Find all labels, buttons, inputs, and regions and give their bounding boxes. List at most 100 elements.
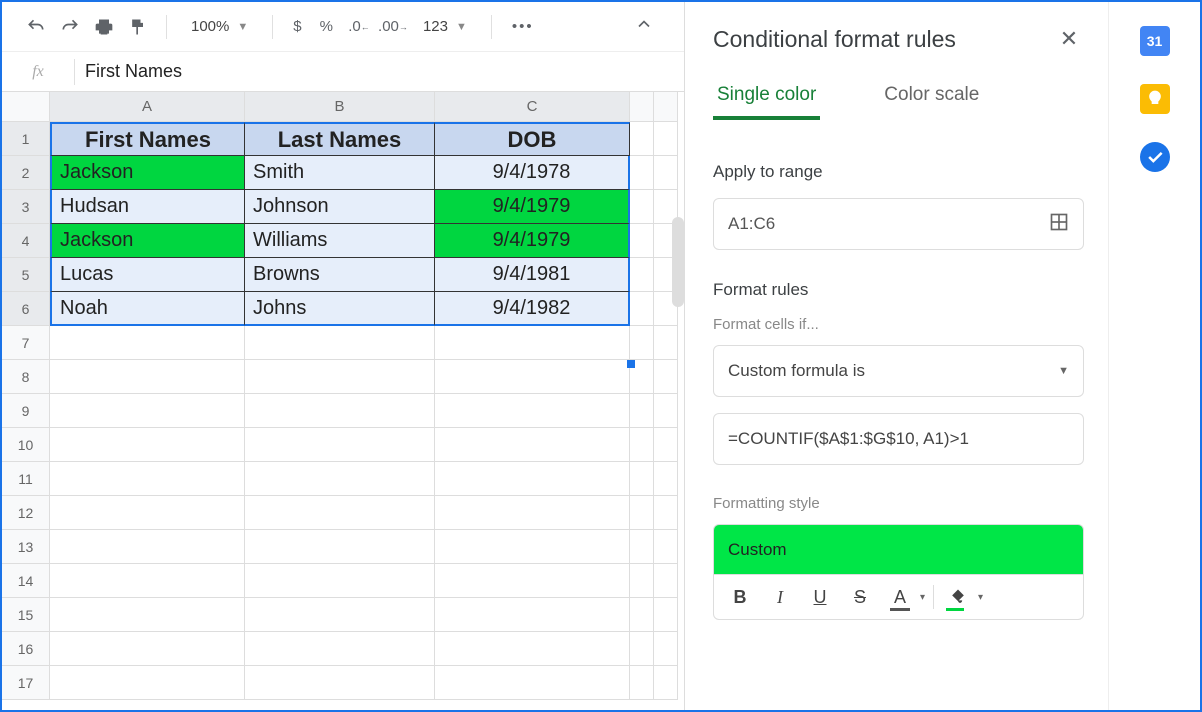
row-head[interactable]: 13 [2, 530, 50, 564]
range-input[interactable]: A1:C6 [713, 198, 1084, 250]
cell[interactable] [630, 598, 654, 632]
data-cell[interactable]: Hudsan [50, 190, 245, 224]
cell[interactable] [50, 326, 245, 360]
row-head[interactable]: 12 [2, 496, 50, 530]
scrollbar[interactable] [672, 217, 684, 307]
row-head[interactable]: 16 [2, 632, 50, 666]
decrease-decimal-icon[interactable]: .0← [345, 13, 373, 41]
col-head[interactable] [654, 92, 678, 122]
cell[interactable] [50, 496, 245, 530]
increase-decimal-icon[interactable]: .00→ [379, 13, 407, 41]
chevron-down-icon[interactable]: ▾ [978, 592, 983, 603]
cell[interactable] [245, 394, 435, 428]
cell[interactable] [435, 360, 630, 394]
cell[interactable] [630, 326, 654, 360]
col-head[interactable]: B [245, 92, 435, 122]
row-head[interactable]: 6 [2, 292, 50, 326]
cell[interactable] [245, 360, 435, 394]
cell[interactable] [245, 428, 435, 462]
style-preview[interactable]: Custom [713, 524, 1084, 574]
undo-icon[interactable] [22, 13, 50, 41]
cell[interactable] [630, 666, 654, 700]
cell[interactable] [435, 326, 630, 360]
data-cell[interactable]: 9/4/1979 [435, 224, 630, 258]
data-cell[interactable]: 9/4/1981 [435, 258, 630, 292]
cell[interactable] [654, 428, 678, 462]
cell[interactable] [630, 428, 654, 462]
cell[interactable] [50, 428, 245, 462]
select-all-corner[interactable] [2, 92, 50, 122]
cell[interactable] [435, 530, 630, 564]
data-cell[interactable]: 9/4/1982 [435, 292, 630, 326]
cell[interactable] [630, 122, 654, 156]
fill-color-button[interactable] [942, 581, 974, 613]
cell[interactable] [654, 326, 678, 360]
cell[interactable] [654, 564, 678, 598]
collapse-toolbar-icon[interactable] [624, 14, 664, 39]
cell[interactable] [50, 598, 245, 632]
cell[interactable] [630, 190, 654, 224]
cell[interactable] [630, 564, 654, 598]
row-head[interactable]: 4 [2, 224, 50, 258]
keep-icon[interactable] [1140, 84, 1170, 114]
close-icon[interactable]: ✕ [1054, 24, 1084, 54]
cell[interactable] [50, 360, 245, 394]
data-cell[interactable]: Jackson [50, 156, 245, 190]
col-head[interactable]: C [435, 92, 630, 122]
row-head[interactable]: 14 [2, 564, 50, 598]
col-head[interactable]: A [50, 92, 245, 122]
formula-input[interactable] [75, 61, 684, 82]
data-cell[interactable]: Jackson [50, 224, 245, 258]
redo-icon[interactable] [56, 13, 84, 41]
cell[interactable] [245, 462, 435, 496]
row-head[interactable]: 3 [2, 190, 50, 224]
col-head[interactable] [630, 92, 654, 122]
cell[interactable] [245, 496, 435, 530]
row-head[interactable]: 2 [2, 156, 50, 190]
cell[interactable] [630, 156, 654, 190]
grid-select-icon[interactable] [1049, 212, 1069, 237]
selection-handle[interactable] [627, 360, 635, 368]
tab-single-color[interactable]: Single color [713, 72, 820, 120]
cell[interactable] [435, 666, 630, 700]
cell[interactable] [630, 224, 654, 258]
data-cell[interactable]: Smith [245, 156, 435, 190]
tasks-icon[interactable] [1140, 142, 1170, 172]
cell[interactable] [654, 462, 678, 496]
data-cell[interactable]: Johns [245, 292, 435, 326]
cell[interactable] [654, 530, 678, 564]
row-head[interactable]: 17 [2, 666, 50, 700]
paint-format-icon[interactable] [124, 13, 152, 41]
cell[interactable] [50, 666, 245, 700]
row-head[interactable]: 11 [2, 462, 50, 496]
cell[interactable] [245, 666, 435, 700]
data-cell[interactable]: Browns [245, 258, 435, 292]
cell[interactable] [654, 394, 678, 428]
cell[interactable] [50, 632, 245, 666]
cell[interactable] [435, 632, 630, 666]
cell[interactable] [654, 156, 678, 190]
header-cell[interactable]: Last Names [245, 122, 435, 156]
cell[interactable] [435, 564, 630, 598]
cell[interactable] [630, 530, 654, 564]
cell[interactable] [630, 258, 654, 292]
data-cell[interactable]: Lucas [50, 258, 245, 292]
italic-button[interactable]: I [764, 581, 796, 613]
chevron-down-icon[interactable]: ▾ [920, 592, 925, 603]
row-head[interactable]: 10 [2, 428, 50, 462]
formula-input[interactable]: =COUNTIF($A$1:$G$10, A1)>1 [713, 413, 1084, 465]
cell[interactable] [654, 360, 678, 394]
number-format-select[interactable]: 123▼ [413, 18, 477, 35]
row-head[interactable]: 8 [2, 360, 50, 394]
data-cell[interactable]: Johnson [245, 190, 435, 224]
cell[interactable] [654, 632, 678, 666]
cell[interactable] [630, 292, 654, 326]
header-cell[interactable]: First Names [50, 122, 245, 156]
cell[interactable] [50, 530, 245, 564]
print-icon[interactable] [90, 13, 118, 41]
cell[interactable] [245, 598, 435, 632]
cell[interactable] [435, 394, 630, 428]
cell[interactable] [50, 564, 245, 598]
cell[interactable] [630, 496, 654, 530]
condition-select[interactable]: Custom formula is ▼ [713, 345, 1084, 397]
